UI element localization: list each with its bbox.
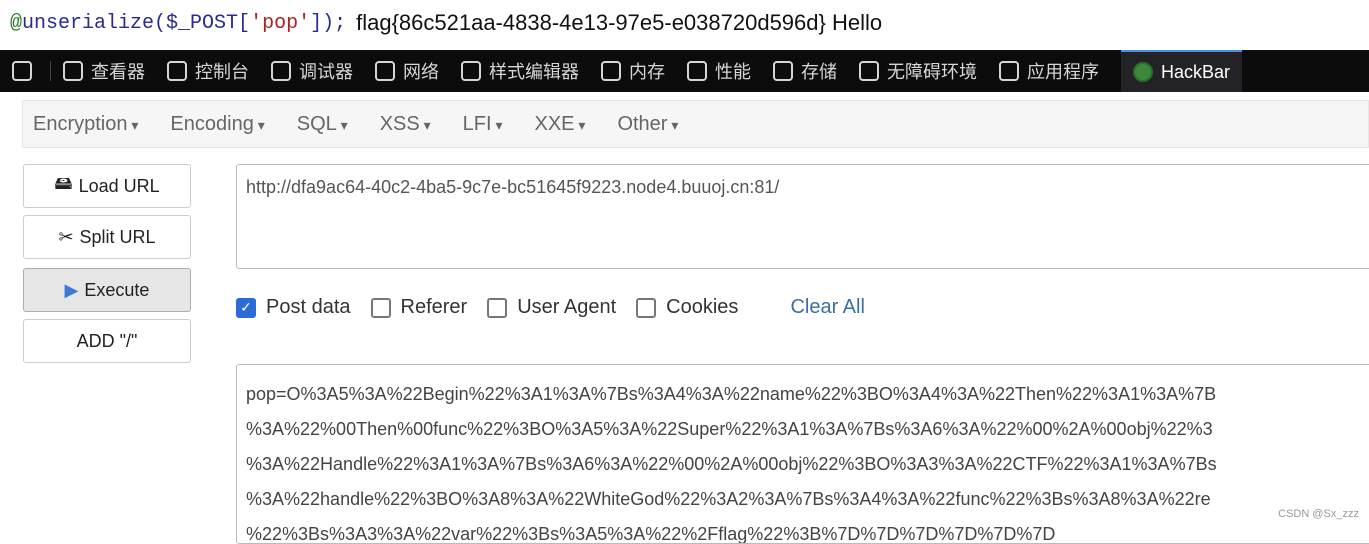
devtools-tab[interactable]: 存储 xyxy=(773,58,837,84)
pick-icon xyxy=(12,61,32,81)
option-label: Post data xyxy=(266,296,351,318)
execute-button[interactable]: ▶ Execute xyxy=(23,268,191,312)
devtools-tab[interactable]: 样式编辑器 xyxy=(461,58,579,84)
url-input[interactable]: http://dfa9ac64-40c2-4ba5-9c7e-bc51645f9… xyxy=(236,164,1369,269)
option-referer[interactable]: Referer xyxy=(370,296,468,319)
post-data-input[interactable]: pop=O%3A5%3A%22Begin%22%3A1%3A%7Bs%3A4%3… xyxy=(236,364,1369,544)
checkbox[interactable] xyxy=(487,297,508,318)
clear-all-link[interactable]: Clear All xyxy=(790,296,864,319)
tab-label: 无障碍环境 xyxy=(887,62,977,82)
scissors-icon: ✂ xyxy=(58,226,74,247)
post-data-line: %3A%22%00Then%00func%22%3BO%3A5%3A%22Sup… xyxy=(246,419,1213,439)
tab-icon xyxy=(999,61,1019,81)
tab-icon xyxy=(167,61,187,81)
devtools-tab[interactable]: 网络 xyxy=(375,58,439,84)
post-data-line: %22%3Bs%3A3%3A%22var%22%3Bs%3A5%3A%22%2F… xyxy=(246,524,1056,544)
devtools-tab[interactable]: 调试器 xyxy=(271,58,353,84)
tab-icon xyxy=(63,61,83,81)
tab-icon xyxy=(687,61,707,81)
tab-icon xyxy=(773,61,793,81)
option-label: Cookies xyxy=(666,296,739,318)
load-icon: 🖴 xyxy=(54,173,73,193)
post-data-line: %3A%22handle%22%3BO%3A8%3A%22WhiteGod%22… xyxy=(246,489,1211,509)
php-code: @unserialize($_POST['pop']); xyxy=(10,11,347,35)
tab-icon xyxy=(271,61,291,81)
option-cookies[interactable]: Cookies xyxy=(636,296,738,319)
split-url-button[interactable]: ✂ Split URL xyxy=(23,215,191,259)
tab-icon xyxy=(375,61,395,81)
menu-xss[interactable]: XSS xyxy=(380,113,431,136)
tab-label: 样式编辑器 xyxy=(489,62,579,82)
hackbar-icon xyxy=(1133,62,1153,82)
menu-xxe[interactable]: XXE xyxy=(534,113,585,136)
tab-label: 查看器 xyxy=(91,62,145,82)
checkbox[interactable] xyxy=(370,297,391,318)
option-user-agent[interactable]: User Agent xyxy=(487,296,616,319)
devtools-tab[interactable]: 控制台 xyxy=(167,58,249,84)
menu-other[interactable]: Other xyxy=(617,113,678,136)
menu-lfi[interactable]: LFI xyxy=(463,113,503,136)
tab-label: 控制台 xyxy=(195,62,249,82)
devtools-tab[interactable]: 应用程序 xyxy=(999,58,1099,84)
tab-label: 网络 xyxy=(403,62,439,82)
tab-label: 性能 xyxy=(715,62,751,82)
post-data-line: pop=O%3A5%3A%22Begin%22%3A1%3A%7Bs%3A4%3… xyxy=(246,384,1217,404)
tab-icon xyxy=(601,61,621,81)
menu-sql[interactable]: SQL xyxy=(297,113,348,136)
post-data-line: %3A%22Handle%22%3A1%3A%7Bs%3A6%3A%22%00%… xyxy=(246,454,1217,474)
devtools-tab[interactable]: 性能 xyxy=(687,58,751,84)
option-label: User Agent xyxy=(517,296,617,318)
hackbar-menu: Encryption Encoding SQL XSS LFI XXE Other xyxy=(22,100,1369,148)
page-output: @unserialize($_POST['pop']); flag{86c521… xyxy=(0,0,1369,46)
option-post-data[interactable]: ✓ Post data xyxy=(236,296,351,319)
menu-encryption[interactable]: Encryption xyxy=(33,113,138,136)
tab-label: 调试器 xyxy=(299,62,353,82)
element-picker-button[interactable] xyxy=(12,61,51,81)
devtools-tab[interactable]: 内存 xyxy=(601,58,665,84)
tab-icon xyxy=(461,61,481,81)
devtools-tab[interactable]: 查看器 xyxy=(63,58,145,84)
devtools-toolbar: 查看器 控制台 调试器 网络 样式编辑器 内存 性能 存储 无障碍环境 应用程序 HackBar xyxy=(0,50,1369,92)
watermark: CSDN @Sx_zzz xyxy=(1278,508,1359,520)
tab-hackbar[interactable]: HackBar xyxy=(1121,50,1243,92)
checkbox[interactable] xyxy=(636,297,657,318)
tab-label: 应用程序 xyxy=(1027,62,1099,82)
devtools-tab[interactable]: 无障碍环境 xyxy=(859,58,977,84)
load-url-button[interactable]: 🖴 Load URL xyxy=(23,164,191,208)
flag-text: flag{86c521aa-4838-4e13-97e5-e038720d596… xyxy=(356,10,883,35)
add-slash-button[interactable]: ADD "/" xyxy=(23,319,191,363)
checkbox[interactable]: ✓ xyxy=(236,297,256,318)
tab-label: 存储 xyxy=(801,62,837,82)
play-icon: ▶ xyxy=(64,279,79,300)
menu-encoding[interactable]: Encoding xyxy=(170,113,264,136)
option-label: Referer xyxy=(400,296,468,318)
tab-label: 内存 xyxy=(629,62,665,82)
options-row: ✓ Post data Referer User Agent Cookies Clear … xyxy=(236,296,865,319)
tab-icon xyxy=(859,61,879,81)
